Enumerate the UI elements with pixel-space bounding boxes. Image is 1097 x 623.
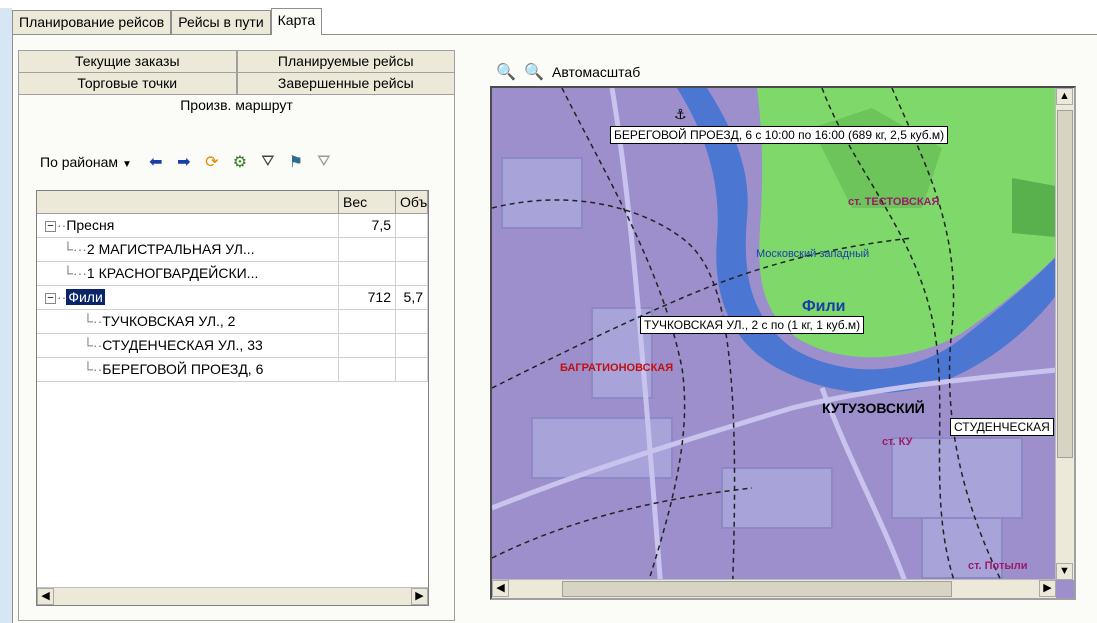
weight-cell	[339, 262, 396, 285]
subtab-custom-route[interactable]: Произв. маршрут	[18, 94, 455, 116]
map-label-bagrationovskaya: БАГРАТИОНОВСКАЯ	[560, 362, 674, 374]
weight-cell	[339, 310, 396, 333]
map-callout-studencheskaya[interactable]: СТУДЕНЧЕСКАЯ	[950, 418, 1054, 436]
map-horizontal-scrollbar[interactable]: ◀ ▶	[492, 579, 1056, 598]
weight-cell	[339, 334, 396, 357]
subtabs: Текущие заказы Планируемые рейсы Торговы…	[18, 50, 455, 116]
map-vertical-scrollbar[interactable]: ▲ ▼	[1055, 88, 1074, 580]
map-label-st-ku: ст. КУ	[882, 436, 913, 448]
map-view[interactable]: ⚓ ПРЕСН ст. ТЕСТОВСКАЯ Московский западн…	[490, 86, 1076, 600]
zoom-out-icon[interactable]: 🔍	[524, 62, 544, 82]
address-label: 1 КРАСНОГВАРДЕЙСКИ...	[86, 265, 259, 281]
table-row[interactable]: − ·· Фили 712 5,7	[37, 286, 428, 310]
scroll-left-button[interactable]: ◀	[37, 588, 54, 605]
map-toolbar: 🔍 🔍 Автомасштаб	[496, 60, 640, 84]
top-tabs: Планирование рейсов Рейсы в пути Карта	[12, 8, 323, 35]
column-name-header[interactable]	[37, 191, 339, 213]
subtab-trade-points[interactable]: Торговые точки	[18, 72, 237, 94]
tab-map[interactable]: Карта	[270, 8, 323, 35]
left-toolbar: По районам ▼ ⬅ ➡ ⟳ ⚙ ⛛ ⚑ ⛛	[40, 150, 334, 174]
map-label-kutuzovsky: КУТУЗОВСКИЙ	[822, 400, 925, 416]
volume-cell	[396, 310, 428, 333]
subtab-finished-trips[interactable]: Завершенные рейсы	[236, 72, 455, 94]
volume-cell	[396, 262, 428, 285]
edit-filter-icon[interactable]: ⚑	[286, 152, 306, 172]
scroll-up-button[interactable]: ▲	[1056, 88, 1073, 105]
table-row[interactable]: − ··Пресня 7,5	[37, 214, 428, 238]
map-label-potylikha: ст. Потыли	[968, 560, 1028, 572]
weight-cell	[339, 358, 396, 381]
tab-in-route[interactable]: Рейсы в пути	[171, 10, 271, 34]
volume-cell	[396, 334, 428, 357]
address-label: ТУЧКОВСКАЯ УЛ., 2	[102, 313, 236, 329]
weight-cell: 7,5	[339, 214, 396, 237]
map-label-moskovsky: Московский западный	[756, 248, 870, 260]
group-label: Пресня	[66, 217, 115, 233]
scroll-down-button[interactable]: ▼	[1056, 563, 1073, 580]
address-label: 2 МАГИСТРАЛЬНАЯ УЛ...	[86, 241, 255, 257]
arrow-right-icon[interactable]: ➡	[174, 152, 194, 172]
horizontal-scroll-thumb[interactable]	[562, 581, 952, 597]
order-tree-table[interactable]: Вес Объ... −··Пресня 7,5 └···2 МАГИСТРАЛ…	[36, 190, 429, 606]
tab-planning[interactable]: Планирование рейсов	[12, 10, 172, 34]
collapse-icon[interactable]: −	[45, 292, 56, 304]
table-row[interactable]: └··ТУЧКОВСКАЯ УЛ., 2	[37, 310, 428, 334]
weight-cell: 712	[339, 286, 396, 309]
map-canvas	[492, 88, 1074, 598]
map-scroll-left-button[interactable]: ◀	[492, 580, 509, 597]
table-row[interactable]: └··БЕРЕГОВОЙ ПРОЕЗД, 6	[37, 358, 428, 382]
table-row[interactable]: └···2 МАГИСТРАЛЬНАЯ УЛ...	[37, 238, 428, 262]
table-row[interactable]: └··СТУДЕНЧЕСКАЯ УЛ., 33	[37, 334, 428, 358]
volume-cell	[396, 214, 428, 237]
settings-icon[interactable]: ⚙	[230, 152, 250, 172]
vertical-scroll-thumb[interactable]	[1057, 110, 1073, 458]
collapse-icon[interactable]: −	[45, 220, 56, 232]
table-row[interactable]: └···1 КРАСНОГВАРДЕЙСКИ...	[37, 262, 428, 286]
subtab-planned-trips[interactable]: Планируемые рейсы	[236, 50, 455, 72]
arrow-left-icon[interactable]: ⬅	[146, 152, 166, 172]
top-strip	[0, 0, 1097, 8]
map-callout-beregovoy[interactable]: БЕРЕГОВОЙ ПРОЕЗД, 6 с 10:00 по 16:00 (68…	[610, 126, 949, 144]
weight-cell	[339, 238, 396, 261]
volume-cell	[396, 238, 428, 261]
volume-cell: 5,7	[396, 286, 428, 309]
filter-icon[interactable]: ⛛	[258, 152, 278, 172]
map-label-fili: Фили	[802, 298, 846, 315]
chevron-down-icon: ▼	[121, 159, 132, 170]
clear-filter-icon[interactable]: ⛛	[314, 152, 334, 172]
autoscale-button[interactable]: Автомасштаб	[552, 64, 640, 80]
left-strip	[0, 0, 12, 623]
map-callout-tuchkovskaya[interactable]: ТУЧКОВСКАЯ УЛ., 2 с по (1 кг, 1 куб.м)	[640, 316, 865, 334]
scroll-right-button[interactable]: ▶	[411, 588, 428, 605]
address-label: БЕРЕГОВОЙ ПРОЕЗД, 6	[102, 361, 264, 377]
table-header: Вес Объ...	[37, 191, 428, 214]
anchor-icon: ⚓	[674, 106, 687, 122]
map-label-testovskaya: ст. ТЕСТОВСКАЯ	[848, 196, 940, 208]
group-by-dropdown[interactable]: По районам ▼	[40, 154, 132, 170]
address-label: СТУДЕНЧЕСКАЯ УЛ., 33	[102, 337, 263, 353]
column-volume-header[interactable]: Объ...	[396, 191, 428, 213]
subtab-current-orders[interactable]: Текущие заказы	[18, 50, 237, 72]
column-weight-header[interactable]: Вес	[339, 191, 396, 213]
tree-horizontal-scrollbar[interactable]: ◀ ▶	[37, 587, 428, 605]
refresh-icon[interactable]: ⟳	[202, 152, 222, 172]
map-scroll-right-button[interactable]: ▶	[1039, 580, 1056, 597]
volume-cell	[396, 358, 428, 381]
group-label-selected: Фили	[66, 289, 105, 305]
zoom-in-icon[interactable]: 🔍	[496, 62, 516, 82]
